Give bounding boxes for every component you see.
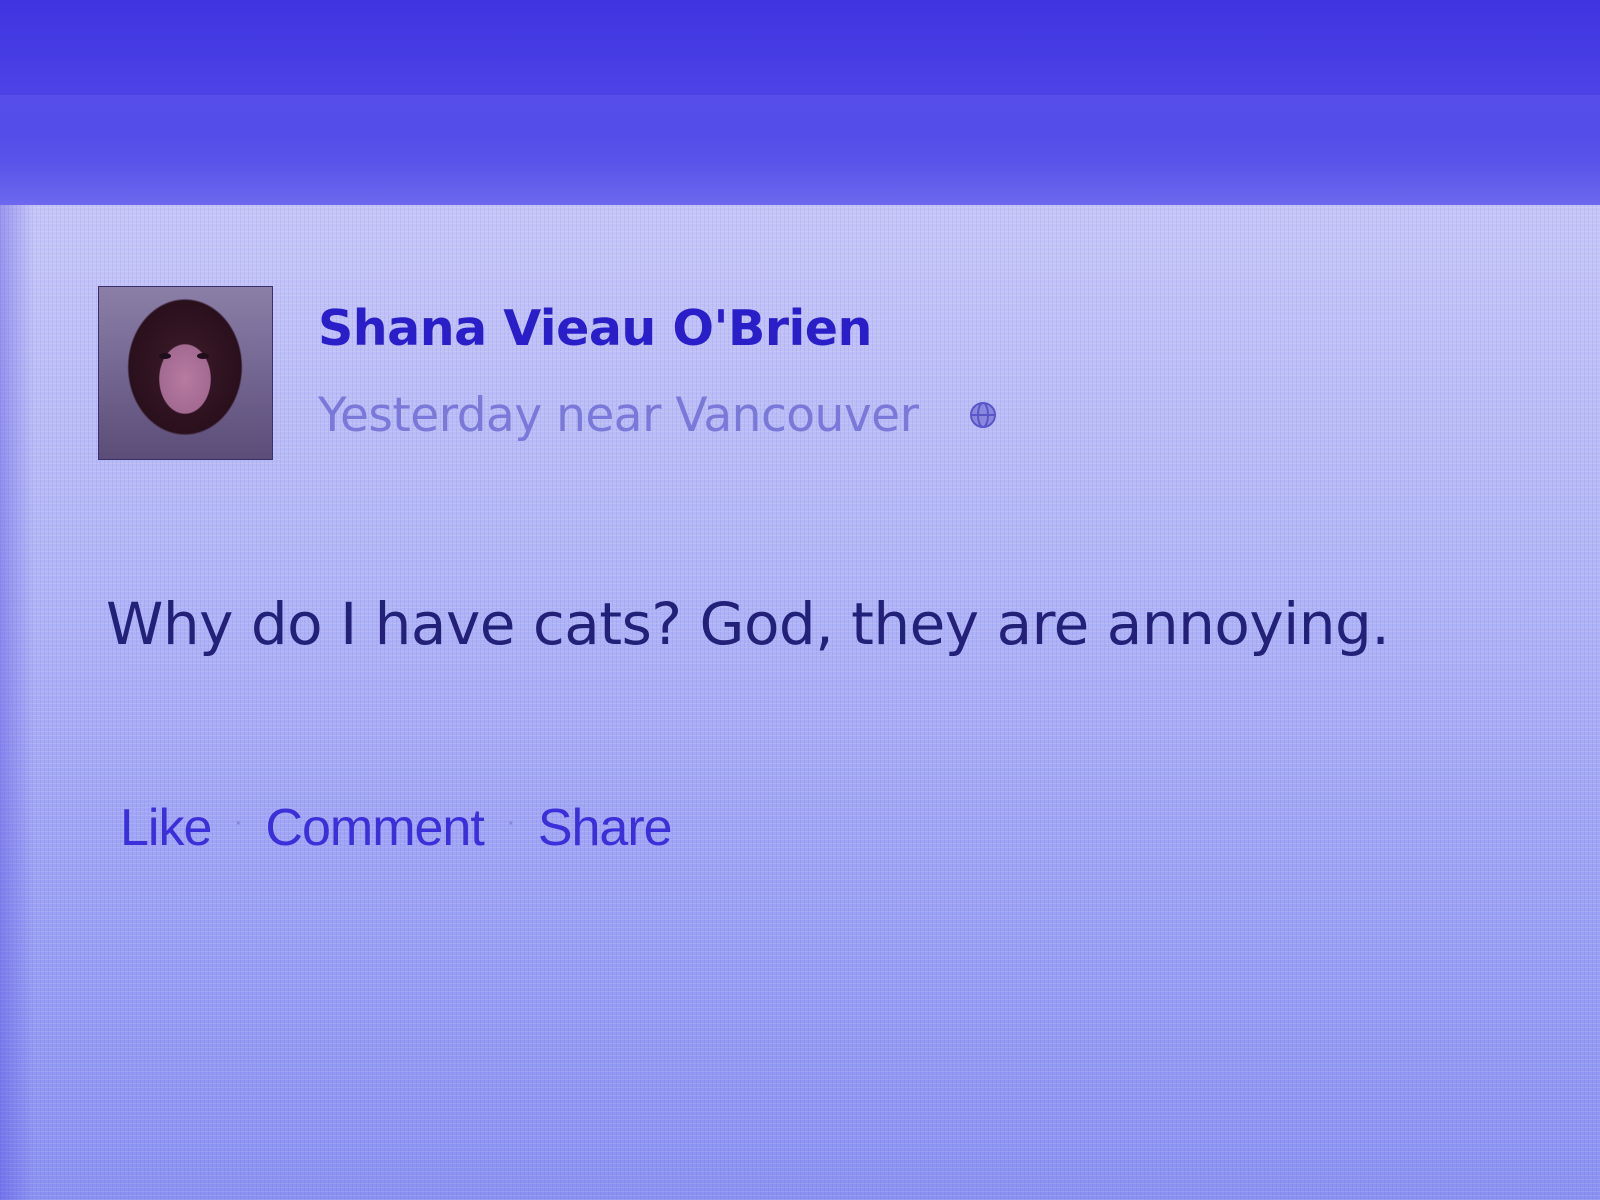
- avatar-right-eye: [197, 353, 209, 359]
- post-actions: Like · Comment · Share: [120, 798, 673, 858]
- avatar[interactable]: [98, 286, 273, 460]
- comment-button[interactable]: Comment: [265, 798, 484, 858]
- post-meta: Yesterday near Vancouver: [318, 388, 998, 443]
- action-separator: ·: [233, 805, 244, 838]
- post-timestamp-location[interactable]: Yesterday near Vancouver: [318, 388, 919, 443]
- avatar-left-eye: [159, 353, 171, 359]
- top-band: [0, 95, 1600, 135]
- author-name[interactable]: Shana Vieau O'Brien: [318, 300, 872, 357]
- action-separator: ·: [505, 805, 516, 838]
- left-edge: [0, 205, 34, 1200]
- globe-icon[interactable]: [968, 400, 998, 430]
- share-button[interactable]: Share: [538, 798, 673, 858]
- like-button[interactable]: Like: [120, 798, 212, 858]
- post-message: Why do I have cats? God, they are annoyi…: [106, 590, 1390, 658]
